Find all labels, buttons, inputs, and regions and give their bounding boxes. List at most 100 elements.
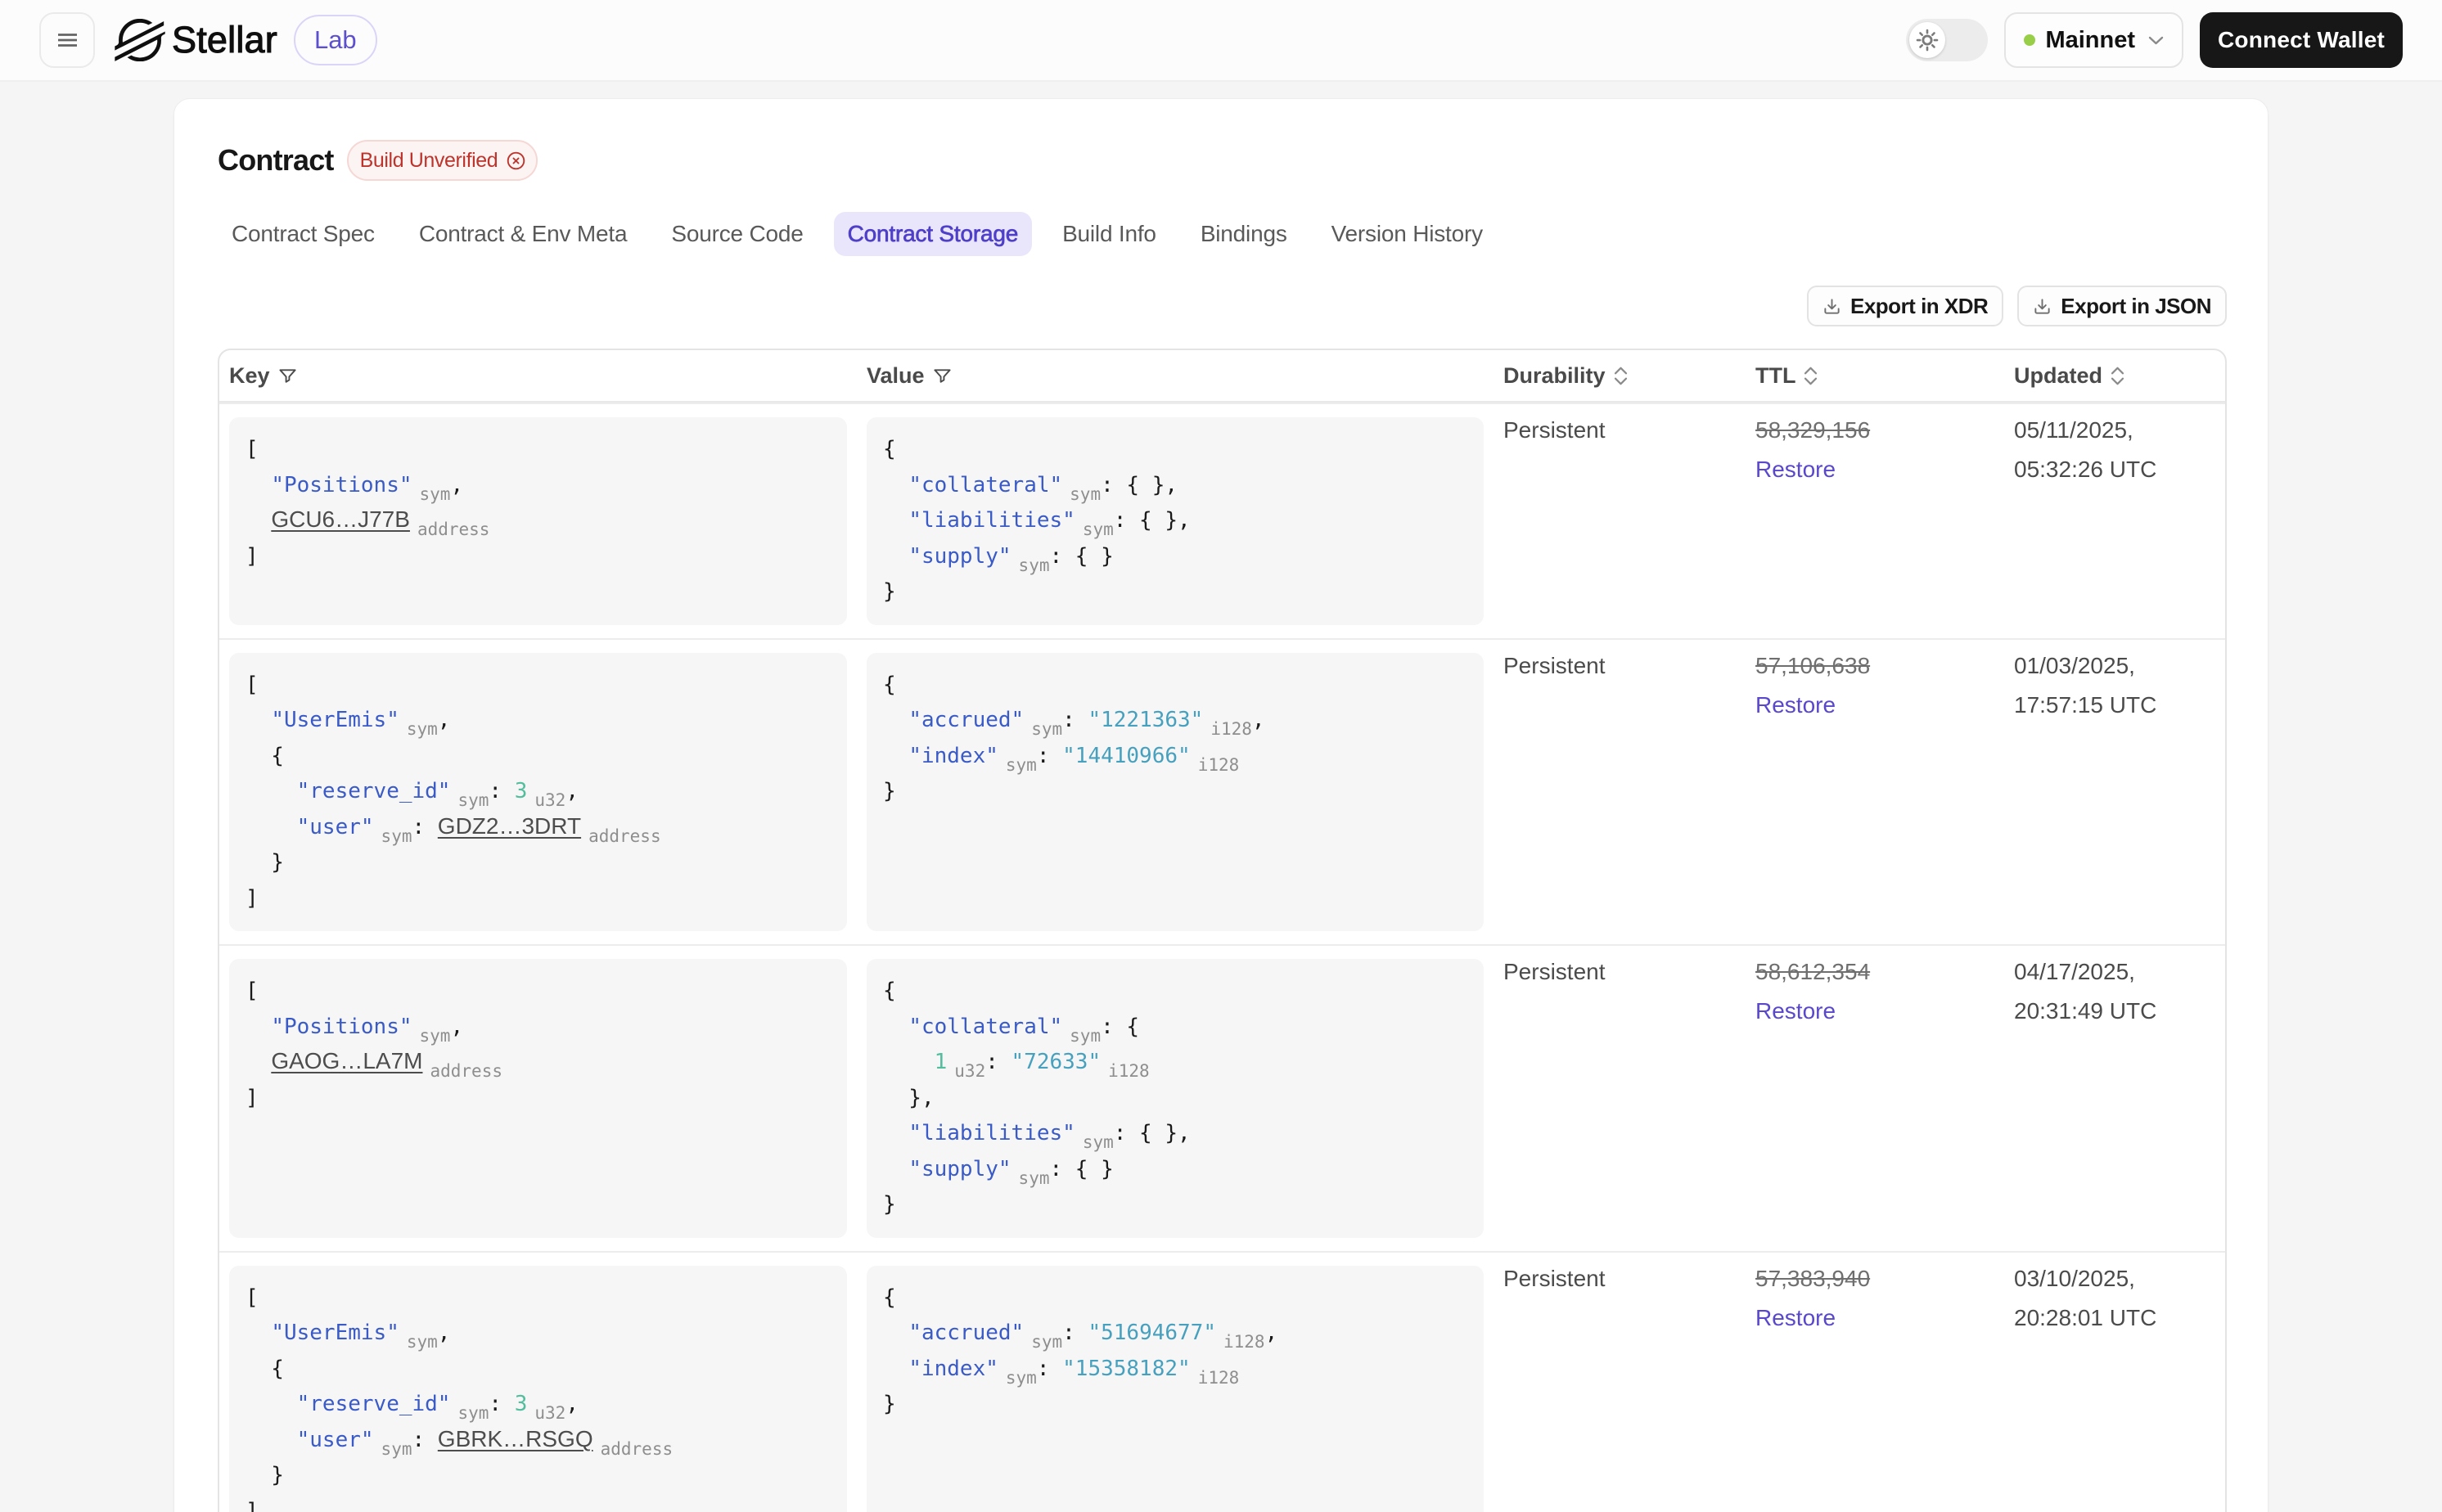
updated-cell: 05/11/2025, 05:32:26 UTC xyxy=(2004,403,2225,638)
export-in-xdr-button[interactable]: Export in XDR xyxy=(1807,286,2004,326)
theme-toggle[interactable] xyxy=(1906,19,1989,61)
code-token-p xyxy=(883,1121,908,1145)
code-token-p: , xyxy=(565,1392,579,1416)
value-code: { "accrued" sym: "1221363" i128, "index" sy… xyxy=(867,652,1484,931)
key-code: [ "UserEmis" sym, { "reserve_id" sym: 3 u32… xyxy=(229,652,847,931)
code-token-p: : xyxy=(1062,708,1088,732)
tab-contract-spec[interactable]: Contract Spec xyxy=(218,212,389,256)
key-cell: [ "UserEmis" sym, { "reserve_id" sym: 3 u32… xyxy=(219,1250,857,1512)
tab-contract-env-meta[interactable]: Contract & Env Meta xyxy=(405,212,642,256)
code-token-t: sym xyxy=(1070,1025,1102,1046)
connect-wallet-button[interactable]: Connect Wallet xyxy=(2200,12,2403,68)
tab-bar: Contract Spec Contract & Env Meta Source C… xyxy=(218,212,2227,256)
updated-value: 05/11/2025, 05:32:26 UTC xyxy=(2014,417,2157,482)
code-token-v: "51694677" xyxy=(1088,1321,1216,1345)
code-token-p xyxy=(246,1392,297,1416)
code-token-n: 3 xyxy=(514,779,528,803)
code-token-p xyxy=(883,473,908,497)
durability-cell: Persistent xyxy=(1494,944,1746,1251)
ttl-value: 57,383,940 xyxy=(1755,1265,1871,1291)
code-token-p: , xyxy=(437,1321,451,1345)
code-token-k: "reserve_id" xyxy=(296,779,451,803)
tab-source-code[interactable]: Source Code xyxy=(657,212,817,256)
code-token-n: 3 xyxy=(514,1392,528,1416)
durability-cell: Persistent xyxy=(1494,403,1746,638)
code-token-k: "collateral" xyxy=(908,1014,1063,1039)
logo-wordmark: Stellar xyxy=(171,18,277,61)
code-token-p: { xyxy=(883,1285,896,1310)
restore-link[interactable]: Restore xyxy=(1755,1298,1994,1338)
column-header-value[interactable]: Value xyxy=(857,350,1494,403)
code-token-t: u32 xyxy=(534,790,566,810)
code-token-p xyxy=(883,544,908,569)
contract-card: Contract Build Unverified Contract Spec C… xyxy=(173,98,2269,1512)
code-token-p: : xyxy=(985,1050,1011,1074)
ttl-cell: 57,106,638 Restore xyxy=(1746,637,2004,945)
menu-button[interactable] xyxy=(39,12,95,68)
ttl-cell: 57,383,940 Restore xyxy=(1746,1250,2004,1512)
code-token-v: "1221363" xyxy=(1088,708,1204,732)
column-header-updated[interactable]: Updated xyxy=(2004,350,2225,403)
durability-cell: Persistent xyxy=(1494,1250,1746,1512)
tab-version-history[interactable]: Version History xyxy=(1318,212,1497,256)
code-token-k: "UserEmis" xyxy=(271,708,399,732)
updated-cell: 03/10/2025, 20:28:01 UTC xyxy=(2004,1250,2225,1512)
code-token-p xyxy=(246,508,271,533)
network-picker[interactable]: Mainnet xyxy=(2004,12,2183,68)
build-unverified-badge[interactable]: Build Unverified xyxy=(346,140,538,181)
column-header-ttl[interactable]: TTL xyxy=(1746,350,2004,403)
value-code: { "accrued" sym: "51694677" i128, "index" s… xyxy=(867,1265,1484,1512)
chevron-down-icon xyxy=(2148,36,2164,45)
sort-icon xyxy=(1614,367,1628,385)
code-token-n: 1 xyxy=(934,1050,948,1074)
tab-bindings[interactable]: Bindings xyxy=(1187,212,1301,256)
code-token-p xyxy=(246,1050,271,1074)
code-token-p: : xyxy=(412,814,438,839)
code-token-p: { xyxy=(246,1356,284,1381)
code-token-t: u32 xyxy=(954,1061,986,1081)
restore-link[interactable]: Restore xyxy=(1755,992,1994,1031)
value-code: { "collateral" sym: { }, "liabilities" sym… xyxy=(867,417,1484,625)
code-token-p xyxy=(246,815,297,839)
theme-toggle-knob xyxy=(1909,22,1946,58)
code-token-t: address xyxy=(430,1061,502,1081)
code-token-p: [ xyxy=(246,672,259,697)
address-link[interactable]: GDZ2…3DRT xyxy=(438,813,581,839)
code-token-t: address xyxy=(588,826,661,846)
code-token-t: sym xyxy=(457,790,489,810)
durability-value: Persistent xyxy=(1503,652,1606,678)
key-cell: [ "Positions" sym, GCU6…J77B address] xyxy=(219,403,857,638)
code-token-p: : xyxy=(1062,1321,1088,1345)
code-token-p: } xyxy=(883,1192,896,1217)
durability-cell: Persistent xyxy=(1494,637,1746,945)
address-link[interactable]: GCU6…J77B xyxy=(271,506,410,532)
code-token-p: } xyxy=(883,779,896,803)
code-token-p: : { } xyxy=(1049,1156,1114,1181)
code-token-k: "accrued" xyxy=(908,708,1025,732)
page-title: Contract xyxy=(218,143,334,177)
code-token-p: } xyxy=(246,1463,284,1487)
key-cell: [ "UserEmis" sym, { "reserve_id" sym: 3 u32… xyxy=(219,637,857,945)
code-token-p: [ xyxy=(246,979,259,1003)
stellar-logo[interactable]: Stellar xyxy=(115,18,277,61)
address-link[interactable]: GBRK…RSGQ xyxy=(438,1426,593,1451)
restore-link[interactable]: Restore xyxy=(1755,686,1994,725)
address-link[interactable]: GAOG…LA7M xyxy=(271,1048,422,1073)
tab-build-info[interactable]: Build Info xyxy=(1048,212,1170,256)
column-header-durability[interactable]: Durability xyxy=(1494,350,1746,403)
code-token-p: , xyxy=(437,708,451,732)
ttl-value: 58,329,156 xyxy=(1755,417,1871,443)
code-token-p: : { xyxy=(1101,1014,1140,1039)
column-header-key[interactable]: Key xyxy=(219,350,857,403)
code-token-t: sym xyxy=(1082,520,1114,539)
tab-contract-storage[interactable]: Contract Storage xyxy=(833,212,1033,256)
code-token-p: : xyxy=(489,779,515,803)
code-token-k: "liabilities" xyxy=(908,508,1075,533)
export-in-json-button[interactable]: Export in JSON xyxy=(2017,286,2227,326)
code-token-p xyxy=(883,708,908,732)
key-code: [ "Positions" sym, GAOG…LA7M address] xyxy=(229,959,847,1238)
code-token-t: i128 xyxy=(1197,754,1240,775)
restore-link[interactable]: Restore xyxy=(1755,450,1994,489)
code-token-p xyxy=(883,1321,908,1345)
code-token-k: "user" xyxy=(296,814,374,839)
